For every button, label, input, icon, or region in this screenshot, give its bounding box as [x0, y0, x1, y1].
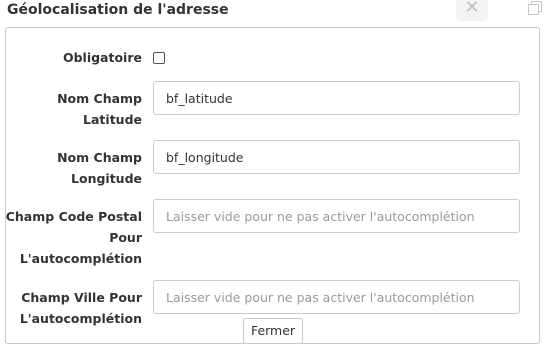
longitude-label: Nom Champ Longitude	[57, 150, 142, 186]
fermer-button[interactable]: Fermer	[243, 318, 303, 344]
code-postal-label: Champ Code Postal Pour L'autocomplétion	[5, 209, 142, 266]
latitude-label: Nom Champ Latitude	[57, 91, 142, 127]
code-postal-field[interactable]	[153, 199, 520, 233]
obligatoire-checkbox[interactable]	[153, 52, 165, 64]
ville-field[interactable]	[153, 280, 520, 314]
latitude-field[interactable]	[153, 81, 520, 115]
close-button[interactable]: ✕	[456, 0, 488, 21]
ville-label: Champ Ville Pour L'autocomplétion	[19, 290, 142, 326]
copy-icon[interactable]	[528, 0, 542, 15]
close-icon: ✕	[464, 0, 480, 18]
dialog-title: Géolocalisation de l'adresse	[7, 2, 229, 18]
dialog-header: Géolocalisation de l'adresse ✕	[0, 0, 547, 27]
obligatoire-label: Obligatoire	[62, 50, 142, 65]
longitude-field[interactable]	[153, 140, 520, 174]
